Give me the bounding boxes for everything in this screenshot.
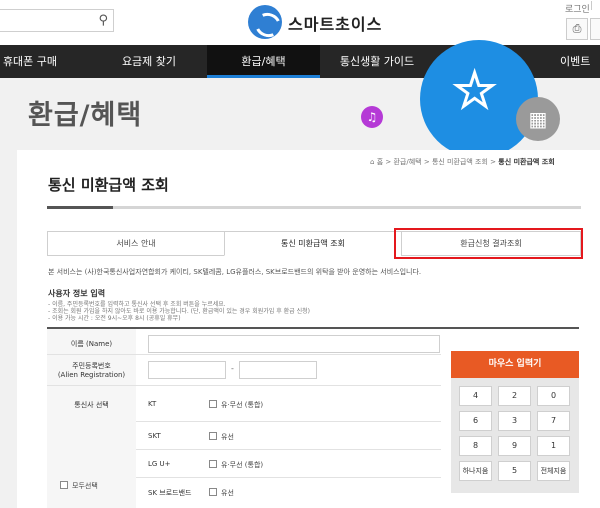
breadcrumb-level2[interactable]: 통신 미환급액 조회 (432, 158, 488, 166)
note-line: - 조회는 회원 가입을 하지 않아도 바로 이용 가능합니다. (단, 환급액… (48, 308, 310, 315)
checkbox-lgu[interactable] (209, 460, 217, 468)
checkbox-select-all[interactable] (60, 481, 68, 489)
home-icon[interactable]: ⌂ (370, 158, 374, 166)
breadcrumb-separator: > (385, 158, 392, 166)
nav-item-plan-search[interactable]: 요금제 찾기 (96, 45, 202, 78)
row-divider (47, 385, 441, 386)
keypad-key[interactable]: 3 (498, 411, 531, 431)
util-button-partial[interactable] (590, 18, 600, 40)
nav-item-life-guide[interactable]: 통신생활 가이드 (320, 45, 434, 78)
keypad-key[interactable]: 8 (459, 436, 492, 456)
nav-item-refund-benefit[interactable]: 환급/혜택 (207, 45, 320, 78)
tab-unrefunded-lookup[interactable]: 통신 미환급액 조회 (224, 231, 402, 256)
row-divider (136, 477, 441, 478)
keypad-delete-all-button[interactable]: 전체지움 (537, 461, 570, 481)
checkbox-skb[interactable] (209, 488, 217, 496)
reg-front-input[interactable] (148, 361, 226, 379)
breadcrumb-level1[interactable]: 환급/혜택 (393, 158, 421, 166)
keypad-key[interactable]: 6 (459, 411, 492, 431)
print-icon[interactable]: ⎙ (566, 18, 588, 40)
keypad-key[interactable]: 4 (459, 386, 492, 406)
nav-item-phone-purchase[interactable]: 휴대폰 구매 (0, 45, 60, 78)
row-divider (47, 354, 441, 355)
reg-dash: - (231, 364, 234, 373)
login-link[interactable]: 로그인 (565, 2, 590, 15)
section-title: 사용자 정보 입력 (48, 289, 106, 298)
util-separator: | (590, 1, 594, 11)
row-divider (136, 421, 441, 422)
reg-label-line2: (Alien Registration) (57, 371, 126, 379)
star-icon: ★ (452, 63, 496, 117)
name-input[interactable] (148, 335, 440, 353)
carrier-label: 통신사 선택 (74, 401, 109, 409)
reg-label-line1: 주민등록번호 (72, 362, 111, 370)
carrier-kt: KT (148, 400, 157, 408)
title-divider (47, 206, 581, 209)
checkbox-skt-label[interactable]: 유선 (221, 432, 234, 442)
mouse-keypad: 마우스 입력기 4 2 0 6 3 7 8 9 1 하나지움 5 전체지움 (451, 351, 579, 493)
carrier-skb: SK 브로드밴드 (148, 489, 192, 497)
search-box[interactable]: ⚲ (0, 9, 114, 32)
keypad-key[interactable]: 5 (498, 461, 531, 481)
music-note-icon: ♫ (361, 106, 383, 128)
name-label: 이름 (Name) (70, 340, 113, 348)
logo-mark-icon (248, 5, 282, 39)
note-line: - 이용 가능 시간 : 오전 9시~오후 8시 (공휴일 휴무) (48, 315, 181, 322)
input-notes: - 이름, 주민등록번호를 입력하고 통신사 선택 후 조회 버튼을 누르세요.… (48, 301, 310, 322)
tab-highlight-box (394, 228, 583, 259)
breadcrumb-current: 통신 미환급액 조회 (498, 158, 555, 166)
site-logo[interactable]: 스마트초이스 (246, 4, 386, 40)
tab-service-guide[interactable]: 서비스 안내 (47, 231, 225, 256)
reg-back-input[interactable] (239, 361, 317, 379)
keypad-key[interactable]: 1 (537, 436, 570, 456)
keypad-key[interactable]: 9 (498, 436, 531, 456)
logo-text: 스마트초이스 (288, 15, 383, 34)
checkbox-skt[interactable] (209, 432, 217, 440)
gift-icon: ▦ (516, 97, 560, 141)
breadcrumb-separator: > (490, 158, 497, 166)
checkbox-lgu-label[interactable]: 유·무선 (통합) (221, 460, 263, 470)
service-description: 본 서비스는 (사)한국통신사업자연합회가 케이티, SK텔레콤, LG유플러스… (48, 268, 422, 276)
keypad-delete-one-button[interactable]: 하나지움 (459, 461, 492, 481)
select-all-label[interactable]: 모두선택 (72, 481, 98, 491)
keypad-title: 마우스 입력기 (451, 351, 579, 378)
note-line: - 이름, 주민등록번호를 입력하고 통신사 선택 후 조회 버튼을 누르세요. (48, 301, 226, 308)
keypad-key[interactable]: 0 (537, 386, 570, 406)
breadcrumb-home[interactable]: 홈 (377, 158, 383, 166)
content-title: 통신 미환급액 조회 (48, 176, 169, 194)
search-input[interactable] (3, 12, 98, 32)
checkbox-kt-label[interactable]: 유·무선 (통합) (221, 400, 263, 410)
top-bar: ⚲ 스마트초이스 로그인 | ⎙ (0, 0, 600, 45)
carrier-skt: SKT (148, 432, 161, 440)
checkbox-kt[interactable] (209, 400, 217, 408)
page-title: 환급/혜택 (28, 100, 143, 131)
checkbox-skb-label[interactable]: 유선 (221, 488, 234, 498)
carrier-lgu: LG U+ (148, 460, 171, 468)
search-icon[interactable]: ⚲ (98, 13, 108, 28)
breadcrumb: ⌂ 홈 > 환급/혜택 > 통신 미환급액 조회 > 통신 미환급액 조회 (370, 157, 555, 167)
row-divider (136, 449, 441, 450)
keypad-key[interactable]: 7 (537, 411, 570, 431)
reg-label: 주민등록번호 (Alien Registration) (47, 361, 136, 379)
breadcrumb-separator: > (423, 158, 430, 166)
nav-item-event[interactable]: 이벤트 (560, 45, 600, 78)
keypad-key[interactable]: 2 (498, 386, 531, 406)
